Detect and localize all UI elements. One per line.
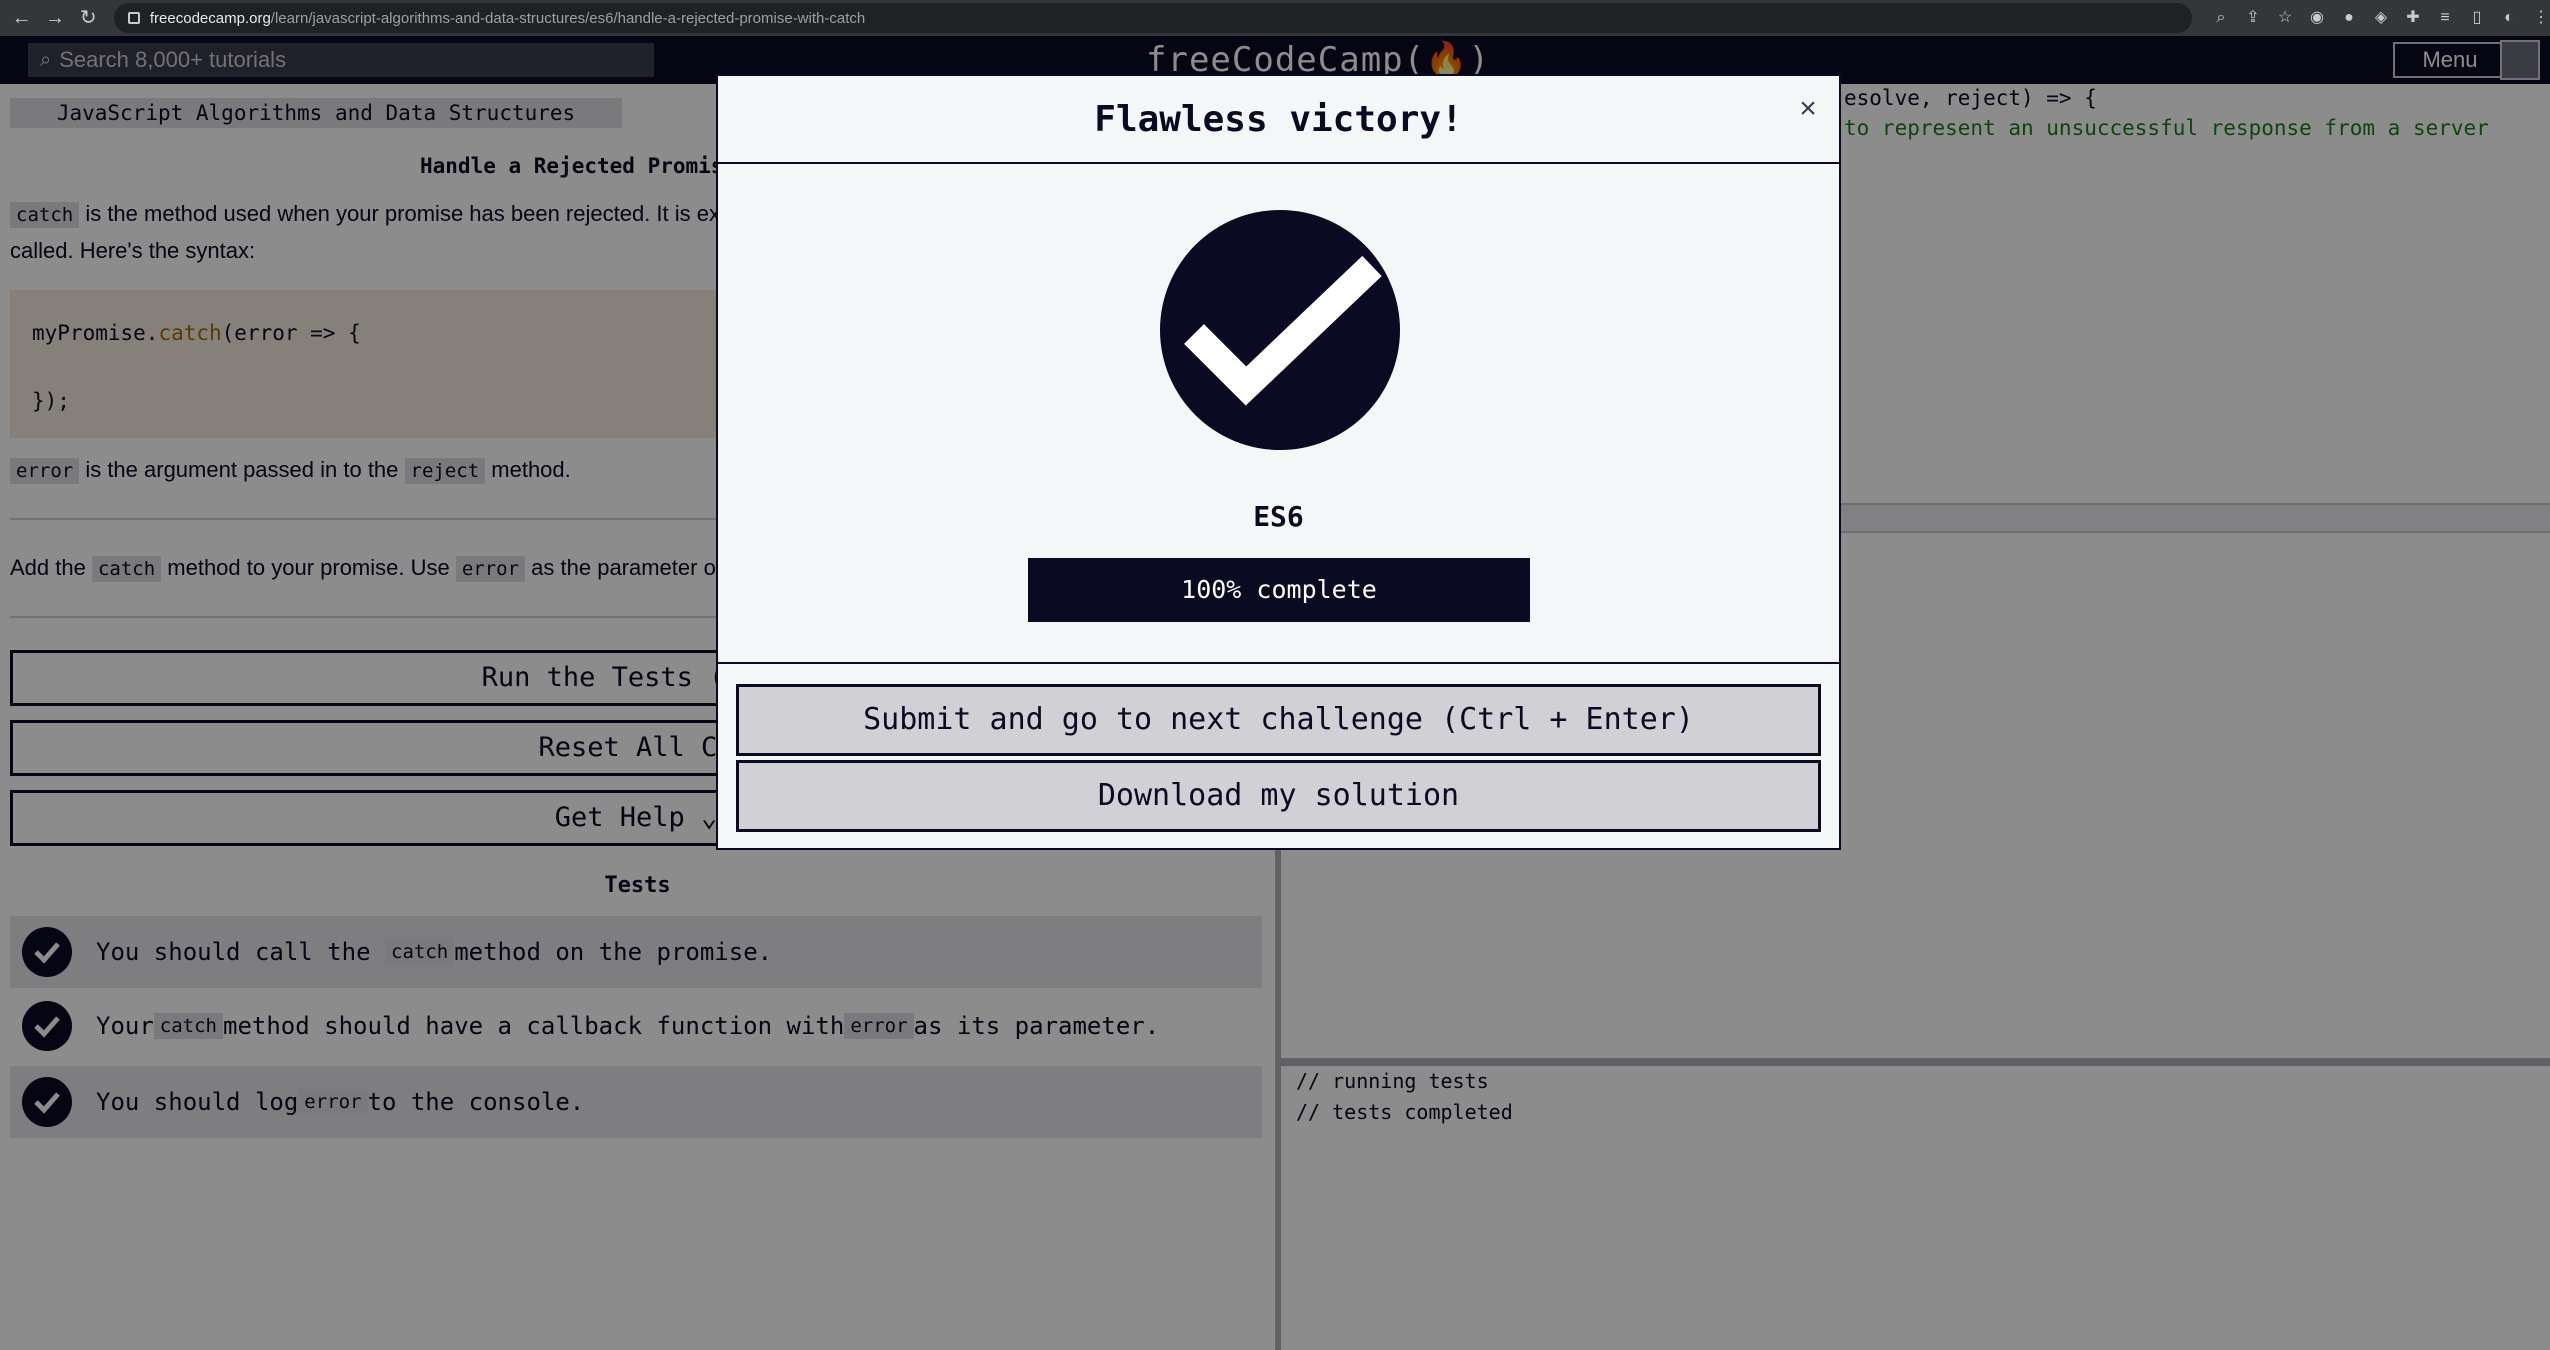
browser-toolbar: ← → ↻ freecodecamp.org /learn/javascript… xyxy=(0,0,2550,36)
media-icon[interactable]: ≡ xyxy=(2436,9,2454,27)
progress-text: 100% complete xyxy=(1181,575,1377,604)
share-icon[interactable]: ⇪ xyxy=(2244,9,2262,27)
puzzle-icon[interactable]: ✚ xyxy=(2404,9,2422,27)
kebab-menu-icon[interactable]: ⋮ xyxy=(2532,9,2550,27)
close-icon[interactable]: × xyxy=(1793,94,1823,124)
completion-modal: Flawless victory! × ES6 100% complete Su… xyxy=(716,74,1841,850)
lock-icon xyxy=(127,12,140,24)
reload-icon[interactable]: ↻ xyxy=(77,6,100,30)
url-path: /learn/javascript-algorithms-and-data-st… xyxy=(270,9,866,27)
progress-bar: 100% complete xyxy=(1028,558,1530,622)
address-bar[interactable]: freecodecamp.org /learn/javascript-algor… xyxy=(113,3,2192,33)
divider xyxy=(718,662,1839,664)
block-name: ES6 xyxy=(1253,500,1304,533)
zoom-icon[interactable]: ⌕ xyxy=(2212,9,2230,27)
back-icon[interactable]: ← xyxy=(10,6,33,30)
extensions-bar: ⌕ ⇪ ☆ ◉ ● ◈ ✚ ≡ ▯ ◐ ⋮ xyxy=(2212,9,2550,27)
modal-title: Flawless victory! xyxy=(718,76,1839,164)
star-icon[interactable]: ☆ xyxy=(2276,9,2294,27)
sidebar-icon[interactable]: ▯ xyxy=(2468,9,2486,27)
profile-icon[interactable]: ◐ xyxy=(2500,9,2518,27)
url-host: freecodecamp.org xyxy=(149,9,271,27)
download-solution-button[interactable]: Download my solution xyxy=(736,760,1821,832)
extension-icon[interactable]: ● xyxy=(2340,9,2358,27)
success-check-icon xyxy=(1160,210,1400,450)
forward-icon[interactable]: → xyxy=(43,6,66,30)
extension-icon[interactable]: ◈ xyxy=(2372,9,2390,27)
submit-next-button[interactable]: Submit and go to next challenge (Ctrl + … xyxy=(736,684,1821,756)
extension-icon[interactable]: ◉ xyxy=(2308,9,2326,27)
